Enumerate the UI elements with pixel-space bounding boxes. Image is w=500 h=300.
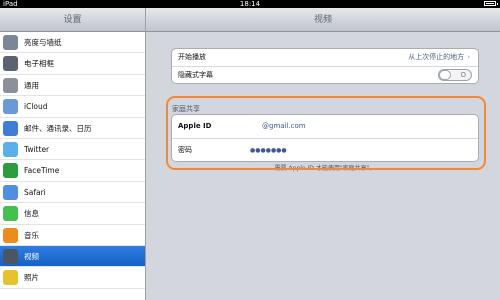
sidebar-item-label: 电子相框 (24, 59, 54, 69)
start-playing-row[interactable]: 开始播放 从上次停止的地方 › (172, 49, 478, 66)
sidebar-item-label: 通用 (24, 80, 39, 90)
playback-group: 开始播放 从上次停止的地方 › 隐藏式字幕 O (171, 48, 479, 84)
safari-icon (3, 184, 18, 200)
sidebar-item-label: 视频 (24, 251, 39, 261)
video-settings-pane: 视频 开始播放 从上次停止的地方 › 隐藏式字幕 O 家庭共享 Apple ID … (146, 8, 500, 300)
sidebar-item-label: 信息 (24, 209, 39, 219)
sidebar-item-label: 照片 (24, 273, 39, 283)
sidebar-item[interactable]: FaceTime (0, 160, 145, 182)
start-playing-value: 从上次停止的地方 › (408, 49, 470, 66)
twitter-icon (3, 141, 18, 157)
sidebar-item[interactable]: 邮件、通讯录、日历 (0, 118, 145, 139)
sidebar-item[interactable]: 信息 (0, 203, 145, 225)
status-bar: iPad 18:14 (0, 0, 500, 8)
sidebar-item-label: FaceTime (24, 166, 60, 176)
music-icon (3, 227, 18, 243)
messages-icon (3, 206, 18, 222)
highlight-annotation (166, 96, 486, 170)
sidebar-list: 亮度与墙纸电子相框通用 iCloud 邮件、通讯录、日历 Twitter FaceTim… (0, 32, 145, 289)
sidebar-item[interactable]: 照片 (0, 267, 145, 289)
sidebar-item[interactable]: Safari (0, 182, 145, 204)
clock: 18:14 (239, 0, 261, 8)
gear-icon (3, 77, 18, 93)
photos-icon (3, 270, 18, 286)
page-title: 视频 (146, 8, 500, 32)
sidebar-item[interactable]: iCloud (0, 96, 145, 118)
sidebar-item[interactable]: Twitter (0, 139, 145, 161)
battery-icon (484, 1, 498, 6)
settings-sidebar: 设置 亮度与墙纸电子相框通用 iCloud 邮件、通讯录、日历 Twitter Face… (0, 8, 146, 300)
sidebar-item[interactable]: 电子相框 (0, 53, 145, 75)
facetime-icon (3, 163, 18, 179)
brightness-icon (3, 35, 18, 50)
sidebar-item-label: 邮件、通讯录、日历 (24, 123, 92, 133)
cloud-icon (3, 99, 18, 115)
closed-captions-row: 隐藏式字幕 O (172, 66, 478, 83)
sidebar-item-label: 音乐 (24, 230, 39, 240)
sidebar-item[interactable]: 音乐 (0, 225, 145, 246)
sidebar-title: 设置 (0, 8, 145, 32)
sidebar-item[interactable]: 亮度与墙纸 (0, 32, 145, 54)
closed-captions-toggle[interactable]: O (438, 69, 472, 81)
sidebar-item-label: Safari (24, 187, 46, 197)
picture-frame-icon (3, 56, 18, 72)
closed-captions-label: 隐藏式字幕 (178, 71, 213, 79)
start-playing-label: 开始播放 (178, 53, 206, 61)
sidebar-item-label: 亮度与墙纸 (24, 38, 62, 47)
sidebar-item-label: iCloud (24, 102, 48, 112)
video-icon (3, 248, 18, 264)
sidebar-item[interactable]: 视频 (0, 245, 145, 268)
sidebar-item-label: Twitter (24, 144, 50, 154)
mail-icon (3, 120, 18, 136)
chevron-right-icon: › (467, 53, 470, 61)
start-playing-value-text: 从上次停止的地方 (408, 53, 465, 61)
toggle-off-text: O (460, 71, 466, 79)
sidebar-item[interactable]: 通用 (0, 75, 145, 97)
toggle-knob (439, 70, 451, 80)
